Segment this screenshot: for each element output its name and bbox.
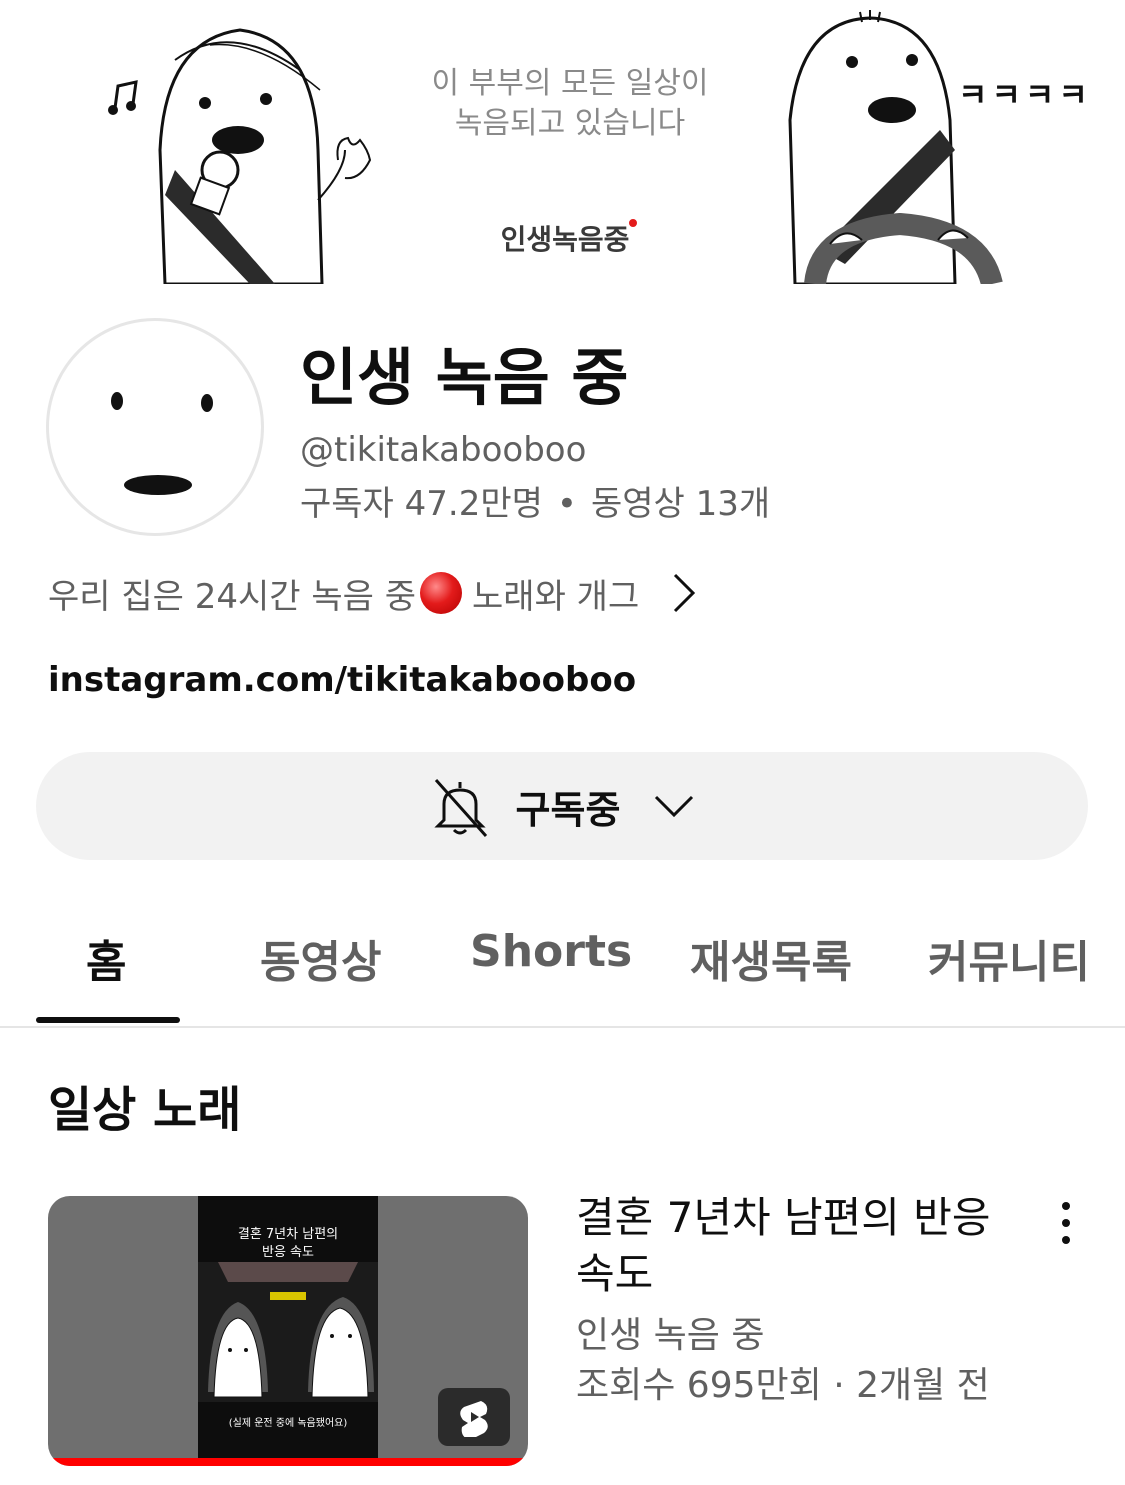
thumbnail-caption: 결혼 7년차 남편의 반응 속도	[198, 1226, 378, 1262]
shorts-icon	[460, 1401, 488, 1437]
video-thumbnail[interactable]: 결혼 7년차 남편의 반응 속도 (실제 운전 중에 녹음됐어요)	[48, 1196, 528, 1466]
video-count: 동영상 13개	[590, 484, 771, 524]
tab-home[interactable]: 홈	[86, 926, 126, 990]
tab-community[interactable]: 커뮤니티	[928, 926, 1090, 990]
channel-stats: 구독자 47.2만명 • 동영상 13개	[300, 476, 770, 525]
description-text: 우리 집은 24시간 녹음 중	[48, 576, 417, 617]
description-tail: 노래와 개그	[472, 576, 640, 617]
channel-description[interactable]: 우리 집은 24시간 녹음 중 노래와 개그	[48, 568, 699, 618]
chevron-right-icon[interactable]	[669, 571, 699, 615]
avatar-face-icon	[111, 392, 213, 495]
red-circle-icon	[420, 572, 463, 614]
tab-playlists[interactable]: 재생목록	[690, 926, 852, 990]
banner-caption: 이 부부의 모든 일상이 녹음되고 있습니다	[380, 64, 760, 144]
video-meta: 조회수 695만회 · 2개월 전	[576, 1365, 990, 1406]
thumbnail-image: 결혼 7년차 남편의 반응 속도 (실제 운전 중에 녹음됐어요)	[198, 1196, 378, 1458]
stats-separator: •	[556, 484, 577, 524]
subscribed-button[interactable]: 구독중	[36, 752, 1088, 860]
shorts-badge	[438, 1388, 510, 1446]
channel-avatar[interactable]	[46, 318, 264, 536]
banner-logo-text: 인생녹음중	[500, 223, 630, 256]
active-tab-indicator	[36, 1017, 180, 1023]
thumbnail-caption-line1: 결혼 7년차 남편의	[237, 1227, 339, 1242]
logo-red-dot-icon	[629, 219, 637, 227]
channel-handle: @tikitakabooboo	[300, 430, 587, 470]
channel-name: 인생 녹음 중	[300, 341, 629, 414]
subscriber-count: 구독자 47.2만명	[300, 484, 543, 524]
thumbnail-caption-bottom: (실제 운전 중에 녹음됐어요)	[228, 1418, 348, 1429]
bell-off-icon	[433, 779, 487, 837]
banner-laugh-text: ㅋㅋㅋㅋ	[958, 76, 1092, 114]
tab-shorts[interactable]: Shorts	[470, 926, 632, 977]
chevron-down-icon	[655, 795, 694, 818]
video-channel-name: 인생 녹음 중	[576, 1315, 765, 1356]
subscribed-label: 구독중	[515, 787, 621, 832]
tab-videos[interactable]: 동영상	[260, 926, 381, 990]
channel-tabs: 홈 동영상 Shorts 재생목록 커뮤니티	[0, 900, 1125, 1028]
thumbnail-caption-line2: 반응 속도	[262, 1245, 314, 1260]
video-title[interactable]: 결혼 7년차 남편의 반응속도	[576, 1190, 996, 1302]
section-title: 일상 노래	[48, 1082, 242, 1138]
thumbnail-illustration	[198, 1262, 378, 1402]
channel-banner: 이 부부의 모든 일상이 녹음되고 있습니다 인생녹음중 ㅋㅋㅋㅋ	[0, 0, 1125, 284]
watch-progress-bar	[48, 1458, 528, 1466]
banner-caption-line1: 이 부부의 모든 일상이	[431, 66, 709, 101]
more-vertical-icon[interactable]	[1046, 1198, 1086, 1248]
music-note-icon	[108, 80, 138, 115]
banner-caption-line2: 녹음되고 있습니다	[454, 106, 686, 141]
channel-link[interactable]: instagram.com/tikitakabooboo	[48, 660, 636, 700]
